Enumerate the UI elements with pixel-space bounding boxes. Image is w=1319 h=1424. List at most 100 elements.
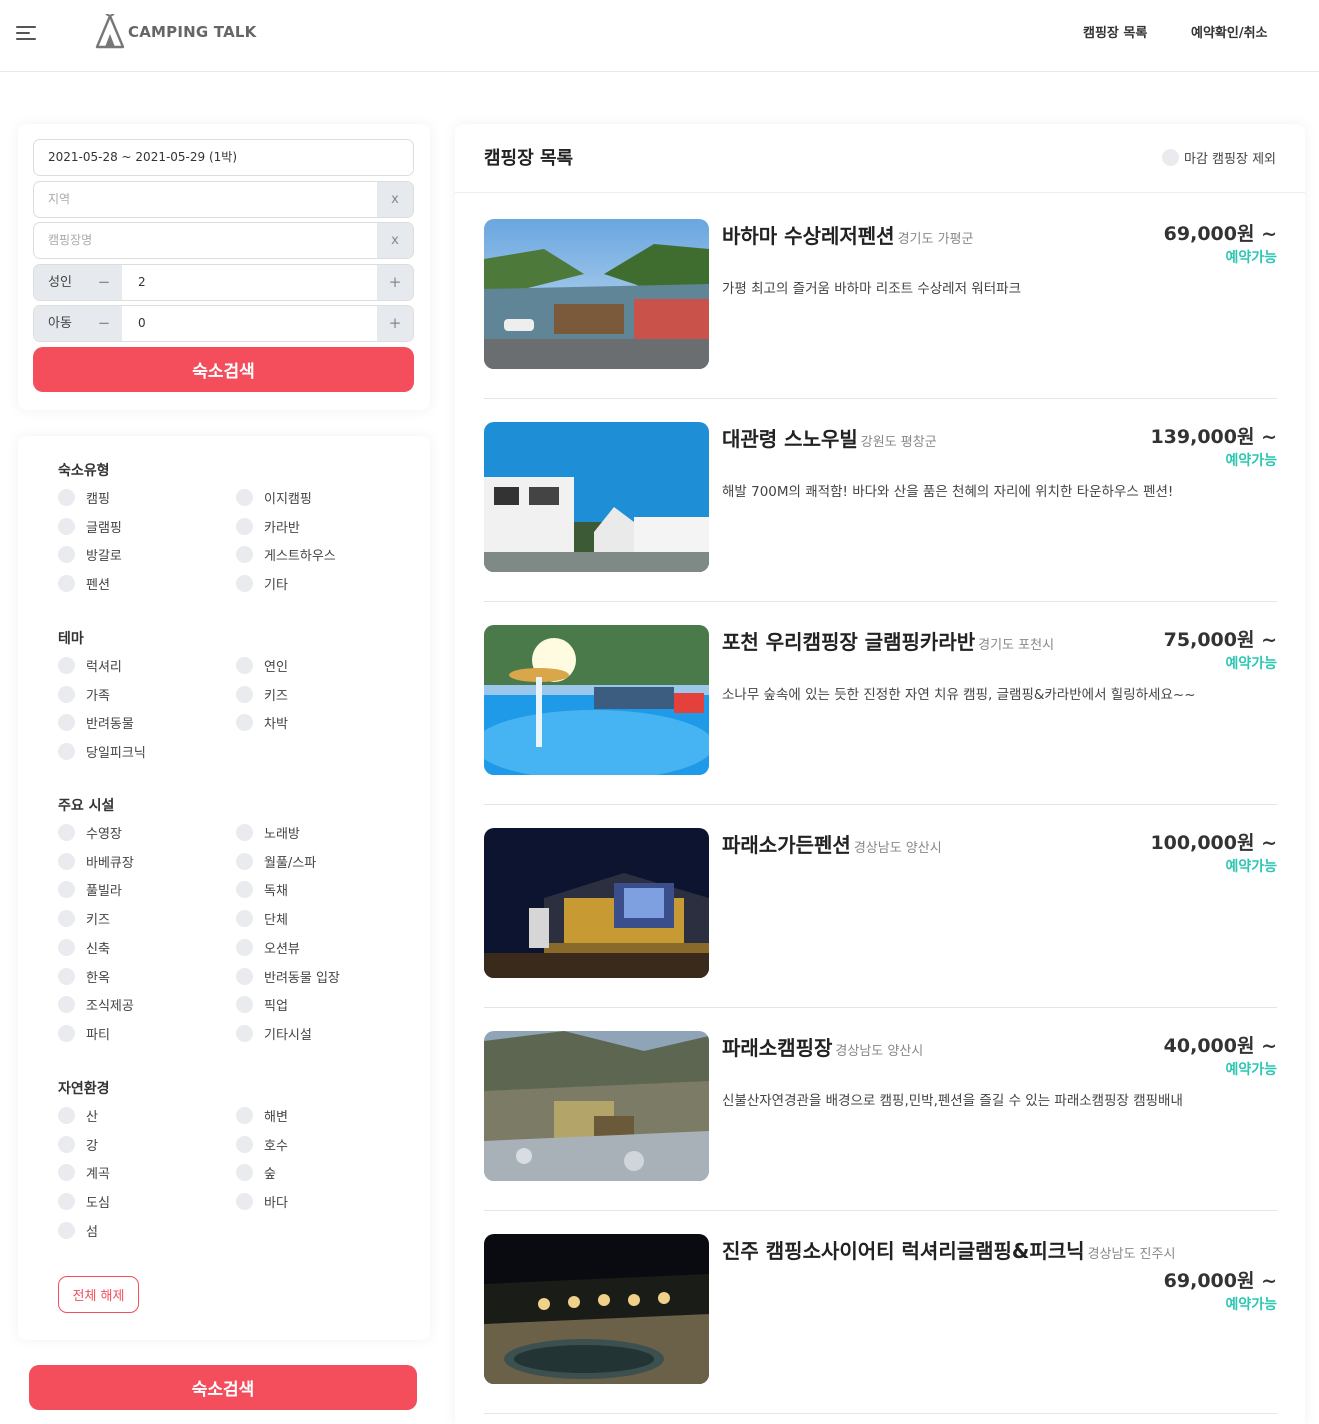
filter-option[interactable]: 게스트하우스 [236, 545, 336, 564]
filter-option-radio[interactable] [58, 517, 75, 535]
campsite-name[interactable]: 파래소가든펜션 [722, 833, 851, 857]
filter-option[interactable]: 기타 [236, 574, 288, 593]
filter-option-radio[interactable] [236, 1135, 253, 1153]
child-plus-button[interactable]: + [377, 306, 413, 341]
filter-option-radio[interactable] [236, 517, 253, 535]
filter-option-radio[interactable] [58, 489, 75, 506]
filter-option[interactable]: 산 [58, 1106, 98, 1125]
region-input[interactable]: 지역 x [33, 181, 414, 218]
exclude-closed-toggle[interactable]: 마감 캠핑장 제외 [1162, 148, 1276, 167]
filter-option-radio[interactable] [58, 657, 75, 674]
filter-option-radio[interactable] [58, 967, 75, 985]
filter-option[interactable]: 한옥 [58, 967, 110, 986]
filter-option-radio[interactable] [58, 743, 75, 761]
filter-option[interactable]: 기타시설 [236, 1024, 312, 1043]
filter-option-radio[interactable] [58, 575, 75, 593]
filter-option-radio[interactable] [236, 685, 253, 703]
filter-option[interactable]: 풀빌라 [58, 880, 122, 899]
filter-option-radio[interactable] [58, 1193, 75, 1211]
filter-option-radio[interactable] [58, 881, 75, 899]
filter-option-radio[interactable] [58, 852, 75, 870]
filter-option[interactable]: 바베큐장 [58, 852, 134, 871]
campsite-list-item[interactable]: 파래소캠핑장 경상남도 양산시 40,000원 ~ 예약가능 신불산자연경관을 배경으로… [484, 1008, 1277, 1211]
adult-value[interactable]: 2 [138, 265, 146, 300]
filter-option-radio[interactable] [236, 967, 253, 985]
filter-option-radio[interactable] [236, 546, 253, 564]
filter-option[interactable]: 카라반 [236, 517, 300, 536]
filter-option-radio[interactable] [236, 938, 253, 956]
bottom-search-button[interactable]: 숙소검색 [29, 1365, 417, 1410]
campsite-list-item[interactable]: 진주 캠핑소사이어티 럭셔리글램핑&피크닉 경상남도 진주시 69,000원 ~ 예약… [484, 1211, 1277, 1414]
filter-option-radio[interactable] [58, 1221, 75, 1239]
campsite-name[interactable]: 진주 캠핑소사이어티 럭셔리글램핑&피크닉 [722, 1239, 1085, 1263]
filter-option[interactable]: 당일피크닉 [58, 742, 146, 761]
campsite-list-item[interactable]: 포천 우리캠핑장 글램핑카라반 경기도 포천시 75,000원 ~ 예약가능 소나무 숲… [484, 602, 1277, 805]
campsite-photo[interactable] [484, 1234, 709, 1384]
filter-option[interactable]: 차박 [236, 713, 288, 732]
filter-option-radio[interactable] [58, 824, 75, 841]
campsite-photo[interactable] [484, 625, 709, 775]
adult-minus-button[interactable]: − [86, 265, 122, 300]
campsite-photo[interactable] [484, 422, 709, 572]
filter-option[interactable]: 계곡 [58, 1163, 110, 1182]
filter-option[interactable]: 키즈 [236, 685, 288, 704]
filter-option[interactable]: 반려동물 [58, 713, 134, 732]
filter-option-radio[interactable] [58, 1164, 75, 1182]
filter-option[interactable]: 럭셔리 [58, 656, 122, 675]
filter-option-radio[interactable] [58, 910, 75, 928]
region-clear-button[interactable]: x [377, 182, 413, 217]
filter-option[interactable]: 방갈로 [58, 545, 122, 564]
filter-option[interactable]: 반려동물 입장 [236, 967, 340, 986]
nav-campsite-list[interactable]: 캠핑장 목록 [1083, 22, 1147, 41]
filter-option[interactable]: 신축 [58, 938, 110, 957]
filter-option-radio[interactable] [58, 1135, 75, 1153]
filter-option-radio[interactable] [236, 881, 253, 899]
filter-option[interactable]: 섬 [58, 1221, 98, 1240]
filter-option-radio[interactable] [58, 685, 75, 703]
filter-option-radio[interactable] [236, 852, 253, 870]
campsite-name[interactable]: 대관령 스노우빌 [722, 427, 858, 451]
campsite-name[interactable]: 포천 우리캠핑장 글램핑카라반 [722, 630, 975, 654]
campsite-list-item[interactable]: 파래소가든펜션 경상남도 양산시 100,000원 ~ 예약가능 [484, 805, 1277, 1008]
filter-option-radio[interactable] [236, 1193, 253, 1211]
filter-option[interactable]: 키즈 [58, 909, 110, 928]
child-value[interactable]: 0 [138, 306, 146, 341]
filter-option-radio[interactable] [58, 714, 75, 732]
filter-option[interactable]: 독채 [236, 880, 288, 899]
campsite-list-item[interactable]: 대관령 스노우빌 강원도 평창군 139,000원 ~ 예약가능 해발 700M의 쾌적… [484, 399, 1277, 602]
campsite-name[interactable]: 파래소캠핑장 [722, 1036, 832, 1060]
filter-option[interactable]: 바다 [236, 1192, 288, 1211]
child-minus-button[interactable]: − [86, 306, 122, 341]
filter-option[interactable]: 글램핑 [58, 517, 122, 536]
campsite-name-input[interactable]: 캠핑장명 x [33, 222, 414, 259]
filter-option[interactable]: 단체 [236, 909, 288, 928]
filter-option-radio[interactable] [58, 1107, 75, 1124]
campsite-name-clear-button[interactable]: x [377, 223, 413, 258]
reset-filters-button[interactable]: 전체 해제 [58, 1276, 139, 1313]
campsite-photo[interactable] [484, 828, 709, 978]
filter-option-radio[interactable] [58, 938, 75, 956]
filter-option-radio[interactable] [236, 824, 253, 841]
filter-option[interactable]: 픽업 [236, 995, 288, 1014]
filter-option[interactable]: 노래방 [236, 823, 300, 842]
filter-option-radio[interactable] [236, 1024, 253, 1042]
exclude-closed-radio[interactable] [1162, 149, 1179, 166]
filter-option-radio[interactable] [236, 575, 253, 593]
filter-option[interactable]: 펜션 [58, 574, 110, 593]
filter-option-radio[interactable] [236, 714, 253, 732]
filter-option-radio[interactable] [236, 910, 253, 928]
filter-option-radio[interactable] [236, 1107, 253, 1124]
filter-option[interactable]: 월풀/스파 [236, 852, 316, 871]
filter-option[interactable]: 숲 [236, 1163, 276, 1182]
filter-option[interactable]: 호수 [236, 1135, 288, 1154]
campsite-list-item[interactable]: 바하마 수상레저펜션 경기도 가평군 69,000원 ~ 예약가능 가평 최고의 즐거움… [484, 196, 1277, 399]
filter-option[interactable]: 조식제공 [58, 995, 134, 1014]
filter-option[interactable]: 파티 [58, 1024, 110, 1043]
filter-option[interactable]: 도심 [58, 1192, 110, 1211]
nav-reservation-check[interactable]: 예약확인/취소 [1191, 22, 1268, 41]
filter-option[interactable]: 오션뷰 [236, 938, 300, 957]
filter-option-radio[interactable] [236, 1164, 253, 1182]
filter-option-radio[interactable] [58, 996, 75, 1014]
search-button[interactable]: 숙소검색 [33, 347, 414, 392]
hamburger-menu-icon[interactable] [16, 24, 38, 42]
